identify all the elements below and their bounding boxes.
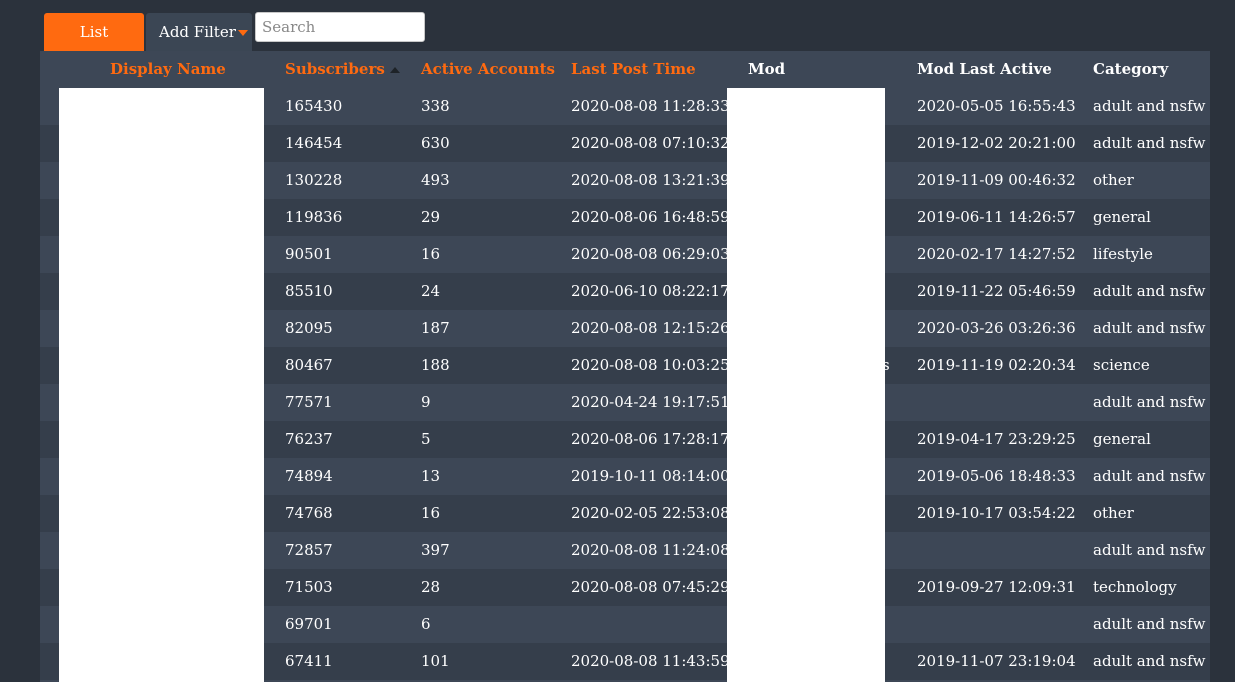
cell-mod-last-active: 2019-12-02 20:21:00 [917,134,1076,152]
redacted-display-name-column [59,88,264,682]
cell-subscribers: 82095 [285,319,333,337]
cell-active-accounts: 16 [421,504,441,522]
cell-active-accounts: 101 [421,652,450,670]
cell-category: technology [1093,578,1177,596]
data-table: Display Name Subscribers Active Accounts… [40,51,1210,682]
cell-last-post-time: 2020-08-06 16:48:59 [571,208,730,226]
cell-category: science [1093,356,1150,374]
list-tab[interactable]: List (9423) [44,13,144,79]
cell-last-post-time: 2020-08-08 11:28:33 [571,97,730,115]
cell-category: adult and nsfw [1093,134,1206,152]
cell-subscribers: 130228 [285,171,343,189]
cell-subscribers: 72857 [285,541,333,559]
cell-active-accounts: 29 [421,208,441,226]
cell-active-accounts: 187 [421,319,450,337]
column-header-last-post-time[interactable]: Last Post Time [571,51,696,88]
cell-mod-last-active: 2019-05-06 18:48:33 [917,467,1076,485]
cell-category: adult and nsfw [1093,319,1206,337]
cell-subscribers: 85510 [285,282,333,300]
cell-last-post-time: 2020-08-08 13:21:39 [571,171,730,189]
column-header-subscribers[interactable]: Subscribers [285,51,400,88]
cell-category: adult and nsfw [1093,97,1206,115]
cell-mod-last-active: 2019-10-17 03:54:22 [917,504,1076,522]
cell-last-post-time: 2020-08-08 11:24:08 [571,541,730,559]
cell-last-post-time: 2020-08-08 07:45:29 [571,578,730,596]
cell-subscribers: 90501 [285,245,333,263]
cell-active-accounts: 397 [421,541,450,559]
sort-ascending-icon [389,67,400,73]
cell-category: other [1093,504,1134,522]
cell-active-accounts: 16 [421,245,441,263]
cell-active-accounts: 630 [421,134,450,152]
cell-subscribers: 165430 [285,97,343,115]
cell-subscribers: 77571 [285,393,333,411]
cell-active-accounts: 493 [421,171,450,189]
cell-active-accounts: 188 [421,356,450,374]
cell-mod-last-active: 2019-11-07 23:19:04 [917,652,1076,670]
cell-active-accounts: 9 [421,393,431,411]
cell-mod-last-active: 2019-11-22 05:46:59 [917,282,1076,300]
cell-active-accounts: 338 [421,97,450,115]
cell-active-accounts: 24 [421,282,441,300]
cell-mod-last-active: 2019-11-09 00:46:32 [917,171,1076,189]
add-filter-label: Add Filter [159,23,236,41]
cell-subscribers: 74768 [285,504,333,522]
column-header-mod[interactable]: Mod [748,51,785,88]
cell-mod-last-active: 2019-04-17 23:29:25 [917,430,1076,448]
column-header-display-name[interactable]: Display Name [110,51,226,88]
cell-mod-last-active: 2020-03-26 03:26:36 [917,319,1076,337]
cell-subscribers: 69701 [285,615,333,633]
cell-last-post-time: 2020-08-08 07:10:32 [571,134,730,152]
cell-category: adult and nsfw [1093,615,1206,633]
cell-category: adult and nsfw [1093,652,1206,670]
cell-last-post-time: 2020-06-10 08:22:17 [571,282,730,300]
toolbar: List (9423) Add Filter [44,13,252,79]
column-header-category[interactable]: Category [1093,51,1168,88]
cell-category: adult and nsfw [1093,282,1206,300]
cell-mod-last-active: 2020-02-17 14:27:52 [917,245,1076,263]
column-header-mod-last-active[interactable]: Mod Last Active [917,51,1052,88]
cell-subscribers: 119836 [285,208,343,226]
cell-last-post-time: 2019-10-11 08:14:00 [571,467,730,485]
cell-category: adult and nsfw [1093,541,1206,559]
cell-subscribers: 71503 [285,578,333,596]
table-header: Display Name Subscribers Active Accounts… [40,51,1210,88]
cell-category: adult and nsfw [1093,467,1206,485]
redacted-mod-column [727,88,885,682]
cell-last-post-time: 2020-08-08 11:43:59 [571,652,730,670]
cell-category: other [1093,171,1134,189]
cell-subscribers: 80467 [285,356,333,374]
search-input[interactable] [255,12,425,42]
cell-active-accounts: 5 [421,430,431,448]
redaction-overflow-mark: s [882,356,890,374]
cell-category: adult and nsfw [1093,393,1206,411]
add-filter-button[interactable]: Add Filter [146,13,252,51]
cell-subscribers: 146454 [285,134,343,152]
cell-subscribers: 67411 [285,652,333,670]
cell-mod-last-active: 2019-06-11 14:26:57 [917,208,1076,226]
chevron-down-icon [237,30,248,36]
cell-last-post-time: 2020-08-06 17:28:17 [571,430,730,448]
cell-last-post-time: 2020-04-24 19:17:51 [571,393,730,411]
cell-last-post-time: 2020-02-05 22:53:08 [571,504,730,522]
cell-subscribers: 76237 [285,430,333,448]
cell-last-post-time: 2020-08-08 10:03:25 [571,356,730,374]
column-header-subscribers-label: Subscribers [285,60,385,78]
cell-category: lifestyle [1093,245,1153,263]
cell-category: general [1093,430,1151,448]
cell-active-accounts: 13 [421,467,441,485]
cell-mod-last-active: 2019-09-27 12:09:31 [917,578,1076,596]
cell-active-accounts: 6 [421,615,431,633]
cell-last-post-time: 2020-08-08 12:15:26 [571,319,730,337]
cell-last-post-time: 2020-08-08 06:29:03 [571,245,730,263]
cell-subscribers: 74894 [285,467,333,485]
column-header-active-accounts[interactable]: Active Accounts [421,51,555,88]
cell-mod-last-active: 2020-05-05 16:55:43 [917,97,1076,115]
cell-active-accounts: 28 [421,578,441,596]
cell-category: general [1093,208,1151,226]
cell-mod-last-active: 2019-11-19 02:20:34 [917,356,1076,374]
